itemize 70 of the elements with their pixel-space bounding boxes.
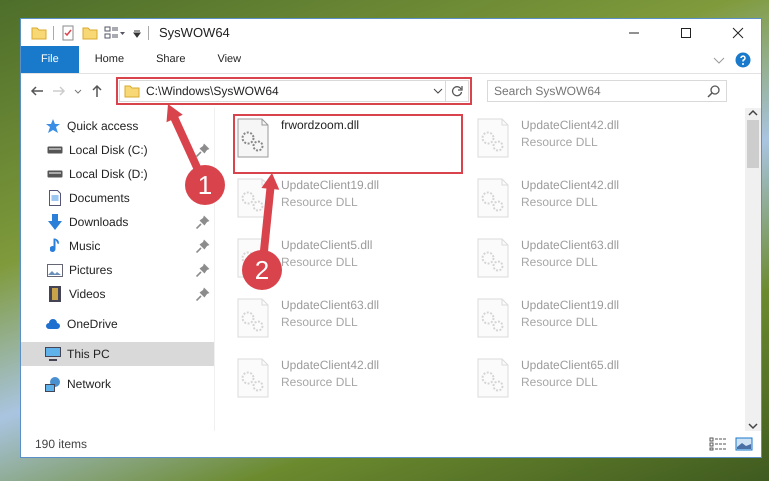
step-number-badge: 1 xyxy=(185,165,225,205)
ribbon-tab[interactable]: View xyxy=(201,46,258,73)
scrollbar[interactable] xyxy=(745,108,761,431)
sidebar-item[interactable]: This PC xyxy=(21,342,214,366)
window-title: SysWOW64 xyxy=(159,25,230,40)
drive-icon xyxy=(47,146,63,154)
close-icon[interactable] xyxy=(732,26,744,38)
file-menu-button[interactable]: File xyxy=(21,46,79,73)
sidebar-item[interactable]: Pictures xyxy=(21,258,214,282)
ribbon-tab[interactable]: Share xyxy=(140,46,202,73)
help-icon[interactable] xyxy=(735,52,751,68)
file-type: Resource DLL xyxy=(281,315,359,329)
network-icon xyxy=(45,376,61,392)
folder-icon xyxy=(124,83,140,99)
music-note-icon xyxy=(50,238,60,254)
file-type: Resource DLL xyxy=(281,255,359,269)
sidebar-item[interactable]: Local Disk (D:) xyxy=(21,162,152,186)
file-type: Resource DLL xyxy=(281,375,359,389)
sidebar-item[interactable]: Network xyxy=(21,372,116,396)
computer-icon xyxy=(45,347,61,361)
pin-icon[interactable] xyxy=(196,143,210,157)
dll-file-icon xyxy=(477,118,509,158)
sidebar-item[interactable]: Music xyxy=(21,234,214,258)
sidebar-item[interactable]: OneDrive xyxy=(21,312,122,336)
dll-file-icon xyxy=(477,238,509,278)
pin-icon[interactable] xyxy=(196,263,210,277)
drive-icon xyxy=(47,170,63,178)
sidebar-item[interactable]: Quick access xyxy=(21,114,142,138)
details-view-icon[interactable] xyxy=(709,437,727,451)
file-type: Resource DLL xyxy=(521,195,599,209)
highlighted-file-item[interactable]: frwordzoom.dll xyxy=(233,114,463,174)
address-bar[interactable]: C:\Windows\SysWOW64 xyxy=(119,80,469,102)
dll-file-icon xyxy=(237,298,269,338)
properties-icon[interactable] xyxy=(60,24,76,40)
file-type: Resource DLL xyxy=(521,315,599,329)
file-type: Resource DLL xyxy=(281,195,359,209)
large-icons-view-icon[interactable] xyxy=(735,437,753,451)
sidebar-item[interactable]: Downloads xyxy=(21,210,214,234)
document-icon xyxy=(49,190,61,206)
step-number-badge: 2 xyxy=(242,250,282,290)
scroll-down-icon[interactable] xyxy=(747,421,759,431)
pin-icon[interactable] xyxy=(196,287,210,301)
dll-file-icon xyxy=(237,118,269,158)
view-list-icon[interactable] xyxy=(104,24,126,40)
cloud-icon xyxy=(45,319,61,329)
file-type: Resource DLL xyxy=(521,375,599,389)
item-count: 190 items xyxy=(35,437,88,451)
down-arrow-icon xyxy=(48,214,62,230)
scroll-up-icon[interactable] xyxy=(747,108,759,118)
scrollbar-thumb[interactable] xyxy=(747,120,759,168)
maximize-icon[interactable] xyxy=(680,26,692,38)
sidebar-item[interactable]: Documents xyxy=(21,186,134,210)
file-type: Resource DLL xyxy=(521,255,599,269)
dll-file-icon xyxy=(477,298,509,338)
pin-icon[interactable] xyxy=(196,215,210,229)
picture-icon xyxy=(47,264,63,276)
refresh-icon[interactable] xyxy=(450,84,464,98)
pin-icon[interactable] xyxy=(196,239,210,253)
file-type: Resource DLL xyxy=(521,135,599,149)
film-icon xyxy=(49,286,61,302)
search-icon[interactable] xyxy=(707,84,721,98)
file-name[interactable]: frwordzoom.dll xyxy=(281,118,360,132)
sidebar-item[interactable]: Videos xyxy=(21,282,214,306)
ribbon-tab[interactable]: Home xyxy=(78,46,140,73)
dll-file-icon xyxy=(477,178,509,218)
dll-file-icon xyxy=(477,358,509,398)
dll-file-icon xyxy=(237,358,269,398)
address-path: C:\Windows\SysWOW64 xyxy=(146,84,280,98)
star-icon xyxy=(45,118,61,134)
search-field[interactable]: Search SysWOW64 xyxy=(487,80,727,102)
